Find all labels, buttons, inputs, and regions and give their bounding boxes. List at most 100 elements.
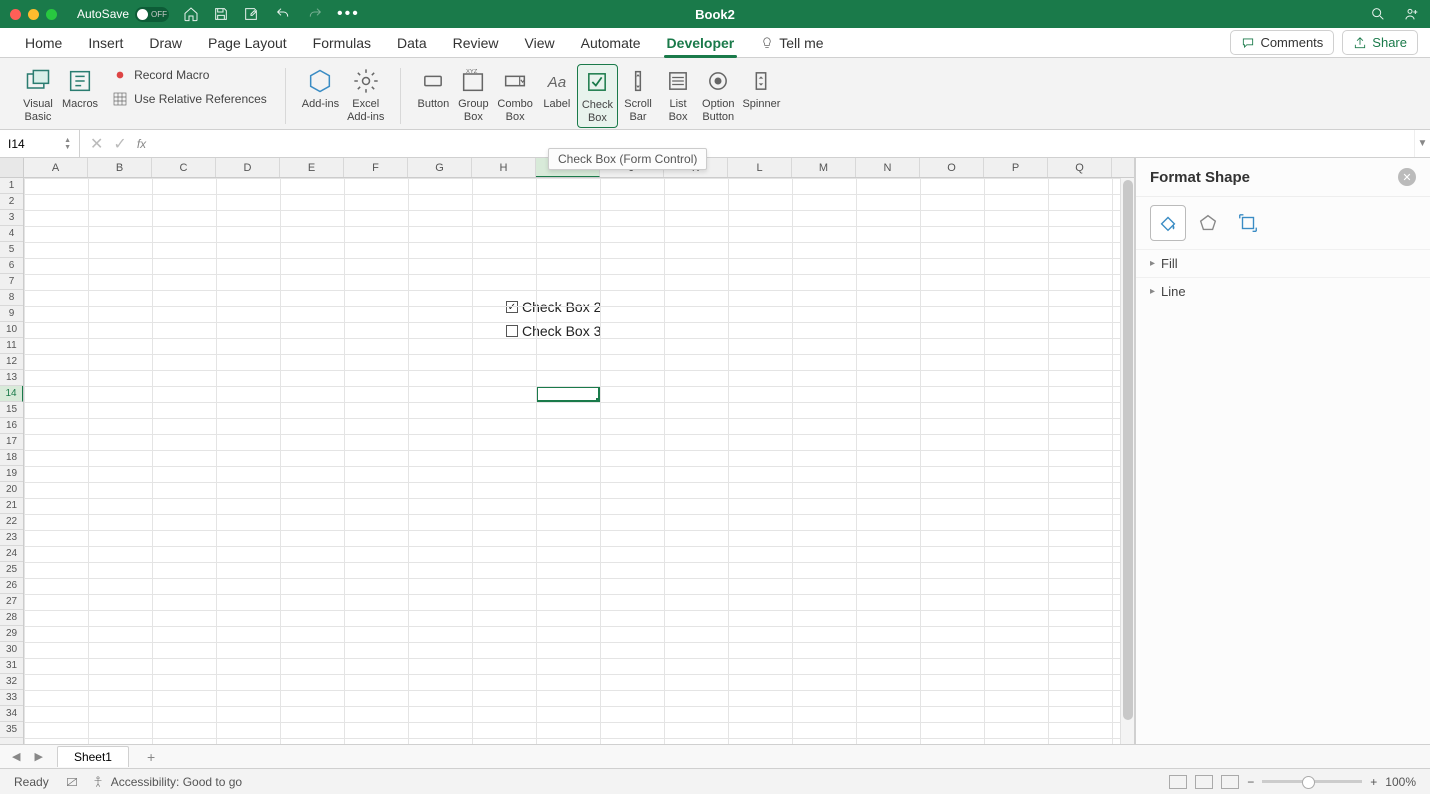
row-header-19[interactable]: 19 [0, 466, 23, 482]
column-header-D[interactable]: D [216, 158, 280, 177]
column-header-N[interactable]: N [856, 158, 920, 177]
row-header-1[interactable]: 1 [0, 178, 23, 194]
row-header-25[interactable]: 25 [0, 562, 23, 578]
vertical-scrollbar[interactable] [1120, 178, 1134, 768]
control-list-box-button[interactable]: List Box [658, 64, 698, 126]
panel-tab-size[interactable] [1230, 205, 1266, 241]
more-icon[interactable]: ••• [337, 5, 360, 23]
sheet-nav-next[interactable]: ▶ [30, 748, 46, 765]
formula-input[interactable] [162, 130, 1414, 157]
row-header-33[interactable]: 33 [0, 690, 23, 706]
sheet-tab-sheet1[interactable]: Sheet1 [57, 746, 129, 767]
column-header-B[interactable]: B [88, 158, 152, 177]
row-header-15[interactable]: 15 [0, 402, 23, 418]
row-header-16[interactable]: 16 [0, 418, 23, 434]
row-header-26[interactable]: 26 [0, 578, 23, 594]
tab-page-layout[interactable]: Page Layout [195, 28, 300, 57]
row-header-3[interactable]: 3 [0, 210, 23, 226]
row-header-17[interactable]: 17 [0, 434, 23, 450]
column-header-O[interactable]: O [920, 158, 984, 177]
share-button[interactable]: Share [1342, 30, 1418, 55]
column-header-F[interactable]: F [344, 158, 408, 177]
close-panel-button[interactable]: ✕ [1398, 168, 1416, 186]
column-header-L[interactable]: L [728, 158, 792, 177]
tab-insert[interactable]: Insert [75, 28, 136, 57]
addins-button[interactable]: Add-ins [298, 64, 343, 113]
view-page-break-button[interactable] [1221, 775, 1239, 789]
form-checkbox-3[interactable]: Check Box 3 [506, 323, 601, 339]
panel-tab-fill[interactable] [1150, 205, 1186, 241]
form-checkbox-2[interactable]: ✓ Check Box 2 [506, 299, 601, 315]
panel-section-fill[interactable]: ▸Fill [1136, 249, 1430, 277]
row-header-12[interactable]: 12 [0, 354, 23, 370]
save-icon[interactable] [213, 6, 229, 22]
row-header-18[interactable]: 18 [0, 450, 23, 466]
row-header-5[interactable]: 5 [0, 242, 23, 258]
close-window-button[interactable] [10, 9, 21, 20]
maximize-window-button[interactable] [46, 9, 57, 20]
column-header-C[interactable]: C [152, 158, 216, 177]
autosave-toggle[interactable]: AutoSave OFF [77, 7, 169, 22]
tab-data[interactable]: Data [384, 28, 440, 57]
column-header-Q[interactable]: Q [1048, 158, 1112, 177]
macros-button[interactable]: Macros [58, 64, 102, 113]
tab-draw[interactable]: Draw [136, 28, 195, 57]
column-header-A[interactable]: A [24, 158, 88, 177]
row-header-35[interactable]: 35 [0, 722, 23, 738]
view-normal-button[interactable] [1169, 775, 1187, 789]
redo-icon[interactable] [307, 6, 323, 22]
tab-formulas[interactable]: Formulas [300, 28, 384, 57]
name-box[interactable]: I14 ▲▼ [0, 130, 80, 157]
column-header-E[interactable]: E [280, 158, 344, 177]
row-header-13[interactable]: 13 [0, 370, 23, 386]
undo-icon[interactable] [273, 6, 293, 22]
tab-developer[interactable]: Developer [654, 28, 748, 57]
row-header-7[interactable]: 7 [0, 274, 23, 290]
row-header-28[interactable]: 28 [0, 610, 23, 626]
row-header-11[interactable]: 11 [0, 338, 23, 354]
visual-basic-button[interactable]: Visual Basic [18, 64, 58, 126]
save-as-icon[interactable] [243, 6, 259, 22]
use-relative-button[interactable]: Use Relative References [106, 88, 273, 110]
fx-label[interactable]: fx [137, 137, 146, 151]
add-sheet-button[interactable]: + [139, 746, 163, 768]
selected-cell[interactable] [536, 386, 600, 402]
panel-tab-effects[interactable] [1190, 205, 1226, 241]
panel-section-line[interactable]: ▸Line [1136, 277, 1430, 305]
accessibility-status[interactable]: Accessibility: Good to go [111, 775, 242, 789]
row-header-4[interactable]: 4 [0, 226, 23, 242]
tell-me-button[interactable]: Tell me [747, 28, 836, 57]
cells-area[interactable]: ✓ Check Box 2 Check Box 3 [24, 178, 1120, 768]
row-header-32[interactable]: 32 [0, 674, 23, 690]
column-header-H[interactable]: H [472, 158, 536, 177]
row-header-14[interactable]: 14 [0, 386, 23, 402]
minimize-window-button[interactable] [28, 9, 39, 20]
control-group-box-button[interactable]: XYZGroup Box [453, 64, 493, 126]
row-header-30[interactable]: 30 [0, 642, 23, 658]
row-header-8[interactable]: 8 [0, 290, 23, 306]
control-combo-box-button[interactable]: Combo Box [493, 64, 536, 126]
row-header-20[interactable]: 20 [0, 482, 23, 498]
row-header-6[interactable]: 6 [0, 258, 23, 274]
row-header-24[interactable]: 24 [0, 546, 23, 562]
zoom-out-button[interactable]: − [1247, 775, 1254, 789]
home-icon[interactable] [183, 6, 199, 22]
excel-addins-button[interactable]: Excel Add-ins [343, 64, 388, 126]
control-option-button-button[interactable]: Option Button [698, 64, 738, 126]
share-people-icon[interactable] [1404, 6, 1420, 22]
control-button-button[interactable]: Button [413, 64, 453, 113]
comments-button[interactable]: Comments [1230, 30, 1334, 55]
record-macro-button[interactable]: Record Macro [106, 64, 273, 86]
control-check-box-button[interactable]: Check Box [577, 64, 618, 128]
row-header-23[interactable]: 23 [0, 530, 23, 546]
row-header-29[interactable]: 29 [0, 626, 23, 642]
row-header-34[interactable]: 34 [0, 706, 23, 722]
column-header-P[interactable]: P [984, 158, 1048, 177]
tab-automate[interactable]: Automate [568, 28, 654, 57]
sheet-nav-prev[interactable]: ◀ [8, 748, 24, 765]
name-box-dropdown-icon[interactable]: ▲▼ [64, 137, 71, 151]
view-page-layout-button[interactable] [1195, 775, 1213, 789]
accept-formula-icon[interactable]: ✓ [113, 134, 126, 154]
expand-formula-icon[interactable]: ▼ [1414, 130, 1430, 157]
zoom-level[interactable]: 100% [1385, 775, 1416, 789]
